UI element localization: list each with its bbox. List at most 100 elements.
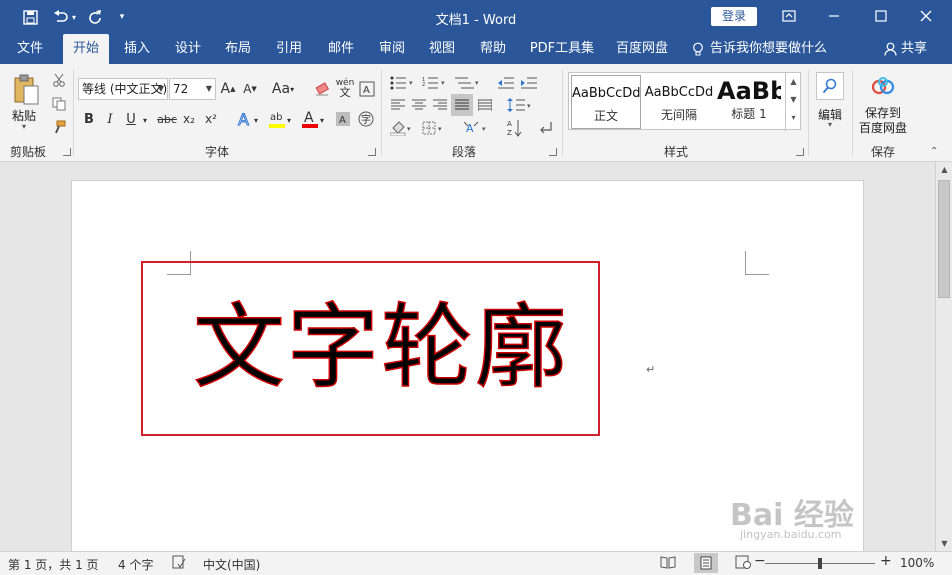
style-heading-1[interactable]: AaBb 标题 1 [717,75,781,129]
share-button[interactable]: 共享 [884,34,927,64]
page-count[interactable]: 第 1 页，共 1 页 [8,556,99,573]
scrollbar-thumb[interactable] [938,180,950,298]
vertical-scrollbar[interactable]: ▲ ▼ [935,162,952,551]
subscript-button[interactable]: x₂ [180,110,198,128]
editing-dropdown-icon[interactable]: ▾ [828,120,832,129]
enclose-characters-icon[interactable]: 字 [356,109,376,129]
font-color-dropdown-icon[interactable]: ▾ [318,112,326,128]
tab-mailings[interactable]: 邮件 [320,34,362,64]
chinese-layout-icon[interactable]: A ▾ [462,118,492,138]
text-effects-dropdown-icon[interactable]: ▾ [252,112,260,128]
styles-launcher-icon[interactable] [796,148,804,156]
phonetic-guide-button[interactable]: wén 文 [334,76,356,100]
bold-button[interactable]: B [82,110,96,128]
tab-design[interactable]: 设计 [167,34,209,64]
font-name-combo[interactable]: 等线 (中文正文) ▼ [78,78,168,100]
tab-pdf-tools[interactable]: PDF工具集 [526,34,598,64]
borders-icon[interactable]: ▾ [420,118,448,138]
character-border-icon[interactable]: A [358,79,376,99]
tab-layout[interactable]: 布局 [217,34,259,64]
zoom-level[interactable]: 100% [900,556,934,570]
show-marks-icon[interactable] [536,117,556,139]
tell-me-search[interactable]: 告诉我你想要做什么 [692,34,827,64]
multilevel-list-icon[interactable]: ▾ [452,74,484,92]
font-size-combo[interactable]: 72 ▼ [169,78,216,100]
close-icon[interactable] [911,4,941,28]
print-layout-icon[interactable] [694,553,718,573]
document-area[interactable]: 文字轮廓 ↵ [0,162,935,551]
align-center-icon[interactable] [409,96,429,114]
underline-button[interactable]: U [124,110,138,128]
paste-dropdown-icon[interactable]: ▾ [22,122,26,131]
word-count[interactable]: 4 个字 [118,556,153,573]
character-shading-icon[interactable]: A [334,109,352,129]
bullets-icon[interactable]: ▾ [388,74,418,92]
sort-icon[interactable]: AZ [505,117,525,139]
scroll-up-icon[interactable]: ▲ [936,162,952,177]
paste-icon[interactable] [10,72,42,108]
change-case-button[interactable]: Aa ▾ [270,79,296,99]
decrease-indent-icon[interactable] [496,74,516,92]
undo-icon[interactable] [51,8,69,26]
line-spacing-icon[interactable]: ▾ [505,95,535,115]
distributed-icon[interactable] [475,96,495,114]
shrink-font-icon[interactable]: A ▼ [242,80,258,98]
proofing-icon[interactable] [172,555,186,572]
tab-help[interactable]: 帮助 [472,34,514,64]
font-launcher-icon[interactable] [368,148,376,156]
undo-dropdown-icon[interactable]: ▾ [70,8,78,26]
justify-icon[interactable] [451,94,473,116]
align-right-icon[interactable] [430,96,450,114]
search-icon[interactable] [816,72,844,100]
language-indicator[interactable]: 中文(中国) [203,556,260,573]
title-bar: ▾ ▾ 文档1 - Word 登录 [0,0,952,34]
tab-view[interactable]: 视图 [421,34,463,64]
outlined-text[interactable]: 文字轮廓 [192,293,569,403]
group-separator [381,70,382,156]
highlight-dropdown-icon[interactable]: ▾ [285,112,293,128]
superscript-button[interactable]: x² [202,110,220,128]
increase-indent-icon[interactable] [519,74,539,92]
align-left-icon[interactable] [388,96,408,114]
zoom-slider-thumb[interactable] [818,558,822,569]
shading-icon[interactable]: ▾ [388,118,416,138]
customize-icon[interactable]: ▾ [117,8,127,26]
login-button[interactable]: 登录 [711,7,757,26]
redo-icon[interactable] [86,8,104,26]
cut-icon[interactable] [50,72,68,88]
strikethrough-button[interactable]: abc [156,110,178,128]
clipboard-launcher-icon[interactable] [63,148,71,156]
save-to-baidu-button[interactable]: 保存到 百度网盘 [856,106,910,136]
baidu-netdisk-icon[interactable] [866,72,900,102]
format-painter-icon[interactable] [50,119,68,135]
save-icon[interactable] [20,8,40,26]
document-page[interactable]: 文字轮廓 ↵ [71,180,864,551]
minimize-icon[interactable] [819,4,849,28]
numbering-icon[interactable]: 1 2 ▾ [420,74,450,92]
scroll-down-icon[interactable]: ▼ [936,536,952,551]
styles-scroll[interactable]: ▲ ▼ ▾ [785,73,801,131]
underline-dropdown-icon[interactable]: ▾ [140,112,150,128]
clear-format-icon[interactable] [312,79,332,99]
grow-font-icon[interactable]: A ▲ [220,80,236,98]
tab-baidu-netdisk[interactable]: 百度网盘 [611,34,673,64]
tab-insert[interactable]: 插入 [116,34,158,64]
zoom-out-button[interactable]: − [754,553,766,569]
tab-file[interactable]: 文件 [8,34,52,64]
tab-review[interactable]: 审阅 [371,34,413,64]
tab-references[interactable]: 引用 [268,34,310,64]
read-mode-icon[interactable] [660,555,676,572]
italic-button[interactable]: I [103,110,117,128]
tab-home[interactable]: 开始 [63,34,109,64]
style-no-spacing[interactable]: AaBbCcDd 无间隔 [644,75,714,129]
ribbon-display-icon[interactable] [774,4,804,28]
save-to-baidu-line2: 百度网盘 [858,121,907,135]
collapse-ribbon-icon[interactable]: ⌃ [930,146,938,157]
copy-icon[interactable] [50,96,68,112]
web-layout-icon[interactable] [735,555,751,572]
paragraph-launcher-icon[interactable] [549,148,557,156]
zoom-in-button[interactable]: + [880,553,892,569]
maximize-icon[interactable] [866,4,896,28]
zoom-slider[interactable] [765,558,875,569]
style-normal[interactable]: AaBbCcDd 正文 [571,75,641,129]
